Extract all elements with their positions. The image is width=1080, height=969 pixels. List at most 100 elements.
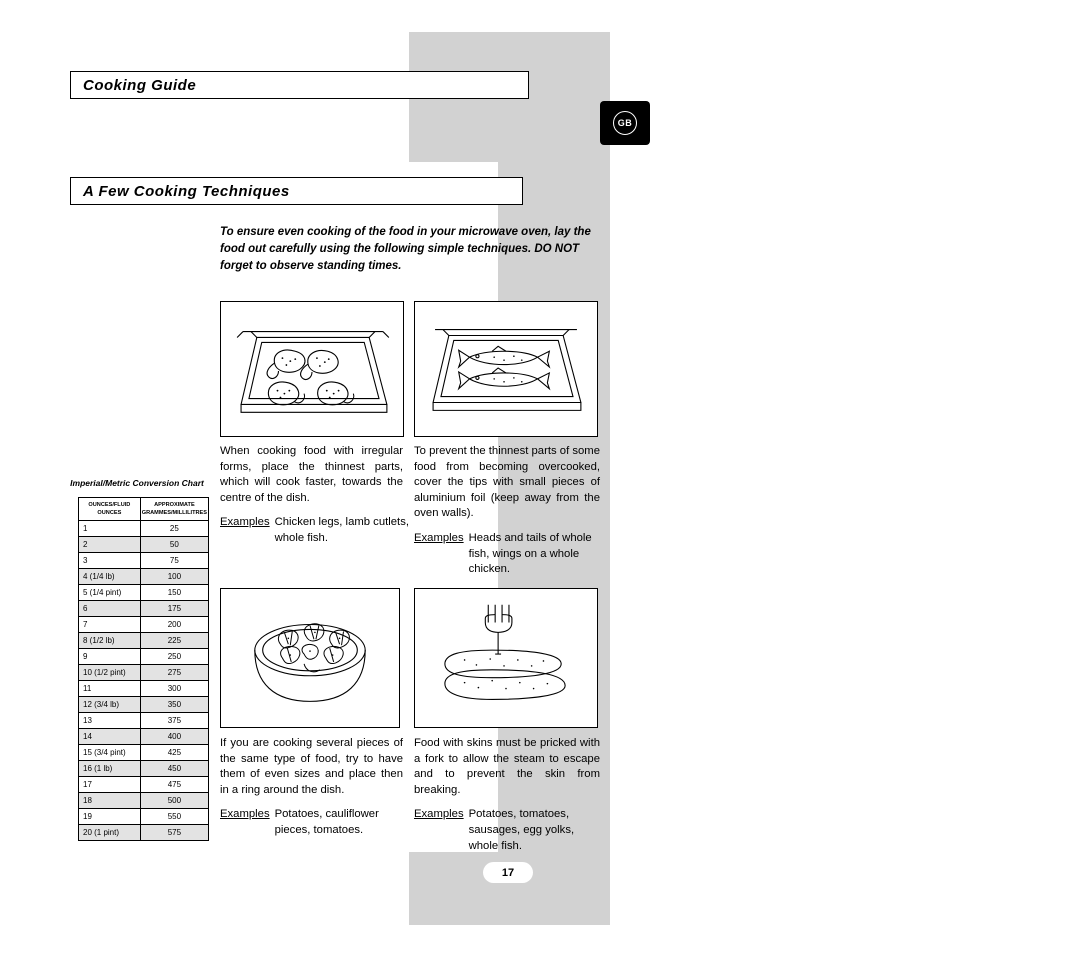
table-row: 18 500 [78,792,210,809]
panel-4-examples: Examples Potatoes, tomatoes, sausages, e… [414,807,600,854]
cell-ounces: 12 (3/4 lb) [78,696,141,713]
table-row: 13 375 [78,712,210,729]
panel-3-examples: Examples Potatoes, cauliflower pieces, t… [220,807,403,838]
cell-grammes: 275 [139,664,210,681]
column-header-ounces: OUNCES/FLUID OUNCES [78,497,141,521]
cell-grammes: 250 [139,648,210,665]
cell-grammes: 500 [139,792,210,809]
panel-2-text: To prevent the thinnest parts of some fo… [414,444,600,578]
panel-1-examples-label: Examples [220,516,270,529]
table-row: 8 (1/2 lb) 225 [78,632,210,649]
cell-ounces: 20 (1 pint) [78,824,141,841]
panel-2-example-item: Heads and tails of whole [468,531,592,544]
table-row: 6 175 [78,600,210,617]
panel-1-text: When cooking food with irregular forms, … [220,444,409,547]
page-title-box: A Few Cooking Techniques [70,177,523,205]
panel-2-example-item: chicken. [468,563,511,576]
illustration-fork-pricking-sausages [414,588,598,728]
cell-grammes: 450 [139,760,210,777]
table-row: 10 (1/2 pint) 275 [78,664,210,681]
manual-page: Cooking Guide GB A Few Cooking Technique… [0,0,1080,969]
panel-1-examples: Examples Chicken legs, lamb cutlets, who… [220,515,409,546]
column-header-ounces-line2: OUNCES [97,510,122,516]
panel-4-text: Food with skins must be pricked with a f… [414,736,600,854]
cell-ounces: 19 [78,808,141,825]
cell-grammes: 475 [139,776,210,793]
panel-1-body: When cooking food with irregular forms, … [220,445,403,504]
table-row: 17 475 [78,776,210,793]
cell-grammes: 100 [139,568,210,585]
table-row: 16 (1 lb) 450 [78,760,210,777]
cell-ounces: 5 (1/4 pint) [78,584,141,601]
panel-4-body: Food with skins must be pricked with a f… [414,737,600,796]
cell-grammes: 425 [139,744,210,761]
region-badge-label: GB [613,111,637,135]
cell-grammes: 300 [139,680,210,697]
panel-4-example-item: sausages, egg yolks, [468,823,575,836]
cell-ounces: 1 [78,520,141,537]
column-header-grammes-line2: GRAMMES/MILLILITRES [141,510,207,516]
region-badge: GB [600,101,650,145]
conversion-chart-caption: Imperial/Metric Conversion Chart [70,478,204,488]
panel-4-examples-label: Examples [414,808,464,821]
cell-grammes: 375 [139,712,210,729]
page-title: A Few Cooking Techniques [83,182,290,200]
table-row: 3 75 [78,552,210,569]
panel-3-text: If you are cooking several pieces of the… [220,736,403,839]
cell-grammes: 25 [139,520,210,537]
panel-4-example-item: Potatoes, tomatoes, [468,808,570,821]
illustration-roasting-dish-with-whole-fish [414,301,598,437]
panel-3-body: If you are cooking several pieces of the… [220,737,403,796]
cell-ounces: 11 [78,680,141,697]
column-header-grammes-line1: APPROXIMATE [154,502,195,508]
cell-grammes: 150 [139,584,210,601]
cell-ounces: 14 [78,728,141,745]
table-header-row: OUNCES/FLUID OUNCES APPROXIMATE GRAMMES/… [78,497,210,521]
panel-3-example-item: Potatoes, cauliflower [274,808,379,821]
conversion-chart-table: OUNCES/FLUID OUNCES APPROXIMATE GRAMMES/… [78,497,210,841]
table-row: 4 (1/4 lb) 100 [78,568,210,585]
cell-ounces: 2 [78,536,141,553]
cell-grammes: 350 [139,696,210,713]
cell-grammes: 575 [139,824,210,841]
panel-1-example-item: whole fish. [274,531,328,544]
table-row: 9 250 [78,648,210,665]
illustration-round-dish-with-vegetable-ring [220,588,400,728]
panel-1-example-item: Chicken legs, lamb cutlets, [274,516,409,529]
cell-grammes: 225 [139,632,210,649]
cell-ounces: 15 (3/4 pint) [78,744,141,761]
column-header-grammes: APPROXIMATE GRAMMES/MILLILITRES [139,497,210,521]
table-row: 2 50 [78,536,210,553]
table-row: 5 (1/4 pint) 150 [78,584,210,601]
panel-4-example-item: whole fish. [468,839,522,852]
table-row: 7 200 [78,616,210,633]
panel-2-examples-label: Examples [414,531,464,544]
column-header-ounces-line1: OUNCES/FLUID [88,502,131,508]
table-row: 14 400 [78,728,210,745]
panel-2-body: To prevent the thinnest parts of some fo… [414,445,600,520]
page-number: 17 [483,862,533,883]
cell-ounces: 16 (1 lb) [78,760,141,777]
table-row: 15 (3/4 pint) 425 [78,744,210,761]
cell-grammes: 200 [139,616,210,633]
table-row: 12 (3/4 lb) 350 [78,696,210,713]
cell-ounces: 18 [78,792,141,809]
cell-ounces: 8 (1/2 lb) [78,632,141,649]
cell-grammes: 550 [139,808,210,825]
section-title-box: Cooking Guide [70,71,529,99]
panel-3-example-item: pieces, tomatoes. [274,823,364,836]
cell-grammes: 50 [139,536,210,553]
table-row: 11 300 [78,680,210,697]
table-row: 1 25 [78,520,210,537]
table-row: 19 550 [78,808,210,825]
cell-ounces: 17 [78,776,141,793]
cell-grammes: 400 [139,728,210,745]
illustration-roasting-dish-with-chicken-legs [220,301,404,437]
cell-ounces: 9 [78,648,141,665]
panel-2-examples: Examples Heads and tails of whole fish, … [414,531,600,578]
panel-3-examples-label: Examples [220,808,270,821]
cell-ounces: 4 (1/4 lb) [78,568,141,585]
cell-grammes: 175 [139,600,210,617]
cell-ounces: 10 (1/2 pint) [78,664,141,681]
cell-ounces: 13 [78,712,141,729]
